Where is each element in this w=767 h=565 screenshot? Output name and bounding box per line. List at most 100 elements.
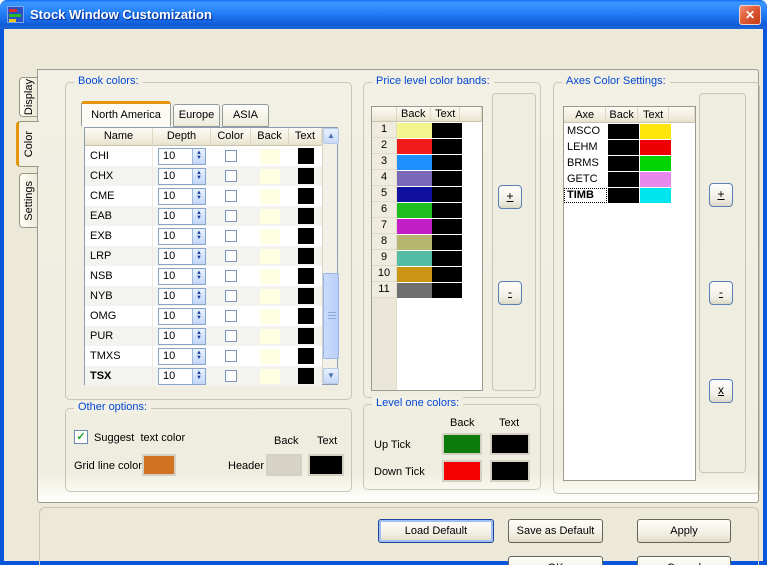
- add-band-button[interactable]: +: [498, 185, 522, 209]
- spin-down-icon[interactable]: ▼: [196, 196, 202, 201]
- column-header-back[interactable]: Back: [397, 107, 431, 122]
- depth-spinner[interactable]: ▲▼: [192, 349, 205, 364]
- back-color-swatch[interactable]: [260, 269, 280, 284]
- text-color-swatch[interactable]: [298, 188, 314, 204]
- down-tick-back-swatch[interactable]: [442, 460, 482, 482]
- text-color-swatch[interactable]: [298, 248, 314, 264]
- book-row[interactable]: NYB 10▲▼: [85, 286, 322, 306]
- axis-name[interactable]: LEHM: [564, 140, 607, 155]
- scroll-down-icon[interactable]: ▼: [323, 368, 339, 384]
- depth-input[interactable]: 10▲▼: [158, 288, 206, 305]
- up-tick-text-swatch[interactable]: [490, 433, 530, 455]
- apply-button[interactable]: Apply: [637, 519, 731, 543]
- price-band-row[interactable]: 5: [372, 186, 482, 202]
- back-color-swatch[interactable]: [260, 309, 280, 324]
- depth-input[interactable]: 10▲▼: [158, 268, 206, 285]
- axis-back-swatch[interactable]: [608, 140, 639, 155]
- color-checkbox[interactable]: [225, 270, 237, 282]
- header-text-swatch[interactable]: [308, 454, 344, 476]
- back-color-swatch[interactable]: [260, 189, 280, 204]
- axis-row[interactable]: BRMS: [564, 155, 695, 171]
- tab-display[interactable]: Display: [19, 77, 38, 117]
- axis-text-swatch[interactable]: [640, 140, 671, 155]
- band-text-swatch[interactable]: [432, 235, 462, 250]
- book-row[interactable]: PUR 10▲▼: [85, 326, 322, 346]
- depth-spinner[interactable]: ▲▼: [192, 189, 205, 204]
- band-text-swatch[interactable]: [432, 267, 462, 282]
- down-tick-text-swatch[interactable]: [490, 460, 530, 482]
- back-color-swatch[interactable]: [260, 209, 280, 224]
- depth-spinner[interactable]: ▲▼: [192, 369, 205, 384]
- axis-name[interactable]: MSCO: [564, 124, 607, 139]
- price-band-row[interactable]: 10: [372, 266, 482, 282]
- band-back-swatch[interactable]: [397, 155, 432, 170]
- price-band-row[interactable]: 3: [372, 154, 482, 170]
- column-header-depth[interactable]: Depth: [153, 128, 211, 146]
- text-color-swatch[interactable]: [298, 308, 314, 324]
- back-color-swatch[interactable]: [260, 369, 280, 384]
- spin-down-icon[interactable]: ▼: [196, 316, 202, 321]
- depth-spinner[interactable]: ▲▼: [192, 249, 205, 264]
- spin-down-icon[interactable]: ▼: [196, 356, 202, 361]
- depth-spinner[interactable]: ▲▼: [192, 329, 205, 344]
- depth-spinner[interactable]: ▲▼: [192, 149, 205, 164]
- axis-name[interactable]: BRMS: [564, 156, 607, 171]
- axis-text-swatch[interactable]: [640, 156, 671, 171]
- axis-name[interactable]: TIMB: [564, 188, 607, 203]
- color-checkbox[interactable]: [225, 210, 237, 222]
- axis-back-swatch[interactable]: [608, 156, 639, 171]
- book-row[interactable]: TMXS 10▲▼: [85, 346, 322, 366]
- price-band-row[interactable]: 8: [372, 234, 482, 250]
- axis-row[interactable]: GETC: [564, 171, 695, 187]
- book-row[interactable]: EXB 10▲▼: [85, 226, 322, 246]
- band-text-swatch[interactable]: [432, 187, 462, 202]
- back-color-swatch[interactable]: [260, 149, 280, 164]
- book-table-scrollbar[interactable]: ▲ ▼: [322, 128, 337, 384]
- band-text-swatch[interactable]: [432, 219, 462, 234]
- spin-down-icon[interactable]: ▼: [196, 216, 202, 221]
- color-checkbox[interactable]: [225, 230, 237, 242]
- tab-europe[interactable]: Europe: [173, 104, 220, 127]
- text-color-swatch[interactable]: [298, 368, 314, 384]
- scrollbar-thumb[interactable]: [323, 273, 339, 359]
- band-text-swatch[interactable]: [432, 155, 462, 170]
- text-color-swatch[interactable]: [298, 168, 314, 184]
- back-color-swatch[interactable]: [260, 329, 280, 344]
- axis-text-swatch[interactable]: [640, 172, 671, 187]
- depth-spinner[interactable]: ▲▼: [192, 169, 205, 184]
- axis-text-swatch[interactable]: [640, 124, 671, 139]
- spin-down-icon[interactable]: ▼: [196, 336, 202, 341]
- column-header-name[interactable]: Name: [85, 128, 153, 146]
- column-header-back[interactable]: Back: [606, 107, 638, 123]
- depth-input[interactable]: 10▲▼: [158, 168, 206, 185]
- depth-spinner[interactable]: ▲▼: [192, 209, 205, 224]
- save-as-default-button[interactable]: Save as Default: [508, 519, 603, 543]
- band-back-swatch[interactable]: [397, 267, 432, 282]
- color-checkbox[interactable]: [225, 190, 237, 202]
- color-checkbox[interactable]: [225, 310, 237, 322]
- ok-button[interactable]: OK: [508, 556, 603, 565]
- text-color-swatch[interactable]: [298, 328, 314, 344]
- band-text-swatch[interactable]: [432, 251, 462, 266]
- band-text-swatch[interactable]: [432, 283, 462, 298]
- remove-band-button[interactable]: -: [498, 281, 522, 305]
- book-row[interactable]: CHX 10▲▼: [85, 166, 322, 186]
- depth-spinner[interactable]: ▲▼: [192, 289, 205, 304]
- spin-down-icon[interactable]: ▼: [196, 176, 202, 181]
- column-header-text[interactable]: Text: [289, 128, 322, 146]
- grid-line-color-swatch[interactable]: [142, 454, 176, 476]
- depth-input[interactable]: 10▲▼: [158, 188, 206, 205]
- tab-settings[interactable]: Settings: [19, 173, 38, 228]
- axis-row[interactable]: LEHM: [564, 139, 695, 155]
- band-text-swatch[interactable]: [432, 171, 462, 186]
- add-axis-button[interactable]: +: [709, 183, 733, 207]
- depth-input[interactable]: 10▲▼: [158, 328, 206, 345]
- book-row[interactable]: LRP 10▲▼: [85, 246, 322, 266]
- up-tick-back-swatch[interactable]: [442, 433, 482, 455]
- band-back-swatch[interactable]: [397, 171, 432, 186]
- axis-name[interactable]: GETC: [564, 172, 607, 187]
- remove-axis-button[interactable]: -: [709, 281, 733, 305]
- band-back-swatch[interactable]: [397, 123, 432, 138]
- spin-down-icon[interactable]: ▼: [196, 296, 202, 301]
- book-row[interactable]: NSB 10▲▼: [85, 266, 322, 286]
